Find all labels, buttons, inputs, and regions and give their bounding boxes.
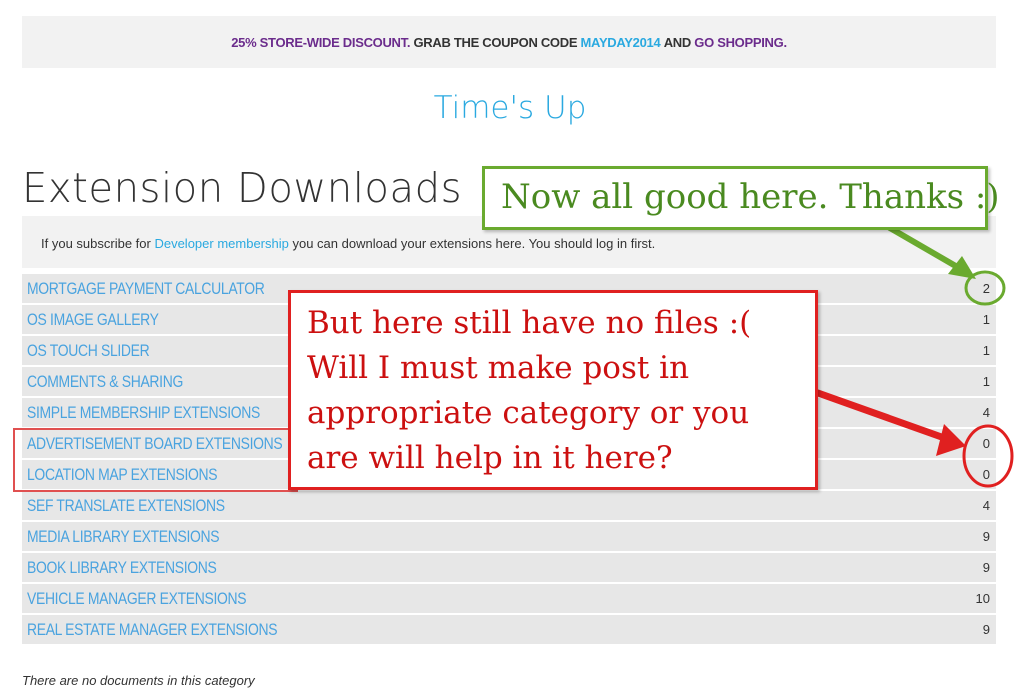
info-text-before: If you subscribe for: [41, 236, 151, 251]
promo-coupon-label: GRAB THE COUPON CODE: [413, 34, 578, 50]
red-annotation-line: appropriate category or you: [307, 395, 750, 431]
extension-link[interactable]: OS TOUCH SLIDER: [27, 341, 150, 361]
go-shopping-link[interactable]: GO SHOPPING.: [694, 35, 787, 50]
extension-link[interactable]: SEF TRANSLATE EXTENSIONS: [27, 496, 225, 516]
info-text-after: you can download your extensions here. Y…: [292, 236, 656, 251]
extension-link[interactable]: COMMENTS & SHARING: [27, 372, 183, 392]
promo-and-text: AND: [663, 34, 692, 50]
red-annotation-line: But here still have no files :(: [307, 305, 752, 341]
promo-coupon-code: MAYDAY2014: [580, 34, 661, 50]
extension-row: SEF TRANSLATE EXTENSIONS 4: [22, 491, 996, 522]
red-annotation-line: are will help in it here?: [307, 440, 673, 476]
extension-count: 9: [982, 560, 990, 575]
extension-count: 1: [982, 374, 990, 389]
promo-banner: 25% STORE-WIDE DISCOUNT. GRAB THE COUPON…: [22, 16, 996, 68]
extension-count: 0: [982, 436, 990, 451]
extension-count: 9: [982, 529, 990, 544]
red-annotation-box: But here still have no files :( Will I m…: [288, 290, 818, 490]
extension-row: REAL ESTATE MANAGER EXTENSIONS 9: [22, 615, 996, 646]
extension-link[interactable]: SIMPLE MEMBERSHIP EXTENSIONS: [27, 403, 260, 423]
extension-count: 2: [982, 281, 990, 296]
promo-discount-text: 25% STORE-WIDE DISCOUNT.: [231, 34, 411, 50]
developer-membership-link[interactable]: Developer membership: [154, 236, 288, 251]
green-annotation-box: Now all good here. Thanks :): [482, 166, 1000, 230]
extension-count: 9: [982, 622, 990, 637]
extension-count: 0: [982, 467, 990, 482]
extension-row: BOOK LIBRARY EXTENSIONS 9: [22, 553, 996, 584]
extension-count: 1: [982, 343, 990, 358]
extension-count: 4: [982, 498, 990, 513]
extension-link[interactable]: REAL ESTATE MANAGER EXTENSIONS: [27, 620, 278, 640]
extension-count: 10: [975, 591, 990, 606]
extension-link[interactable]: BOOK LIBRARY EXTENSIONS: [27, 558, 217, 578]
no-documents-message: There are no documents in this category: [22, 673, 255, 688]
extension-row: VEHICLE MANAGER EXTENSIONS 10: [22, 584, 996, 615]
page-title: Extension Downloads: [22, 164, 462, 212]
red-annotation-line: Will I must make post in: [307, 350, 690, 386]
extension-count: 4: [982, 405, 990, 420]
highlight-rectangle: [13, 428, 298, 492]
extension-link[interactable]: MORTGAGE PAYMENT CALCULATOR: [27, 279, 265, 299]
extension-link[interactable]: MEDIA LIBRARY EXTENSIONS: [27, 527, 220, 547]
extension-row: MEDIA LIBRARY EXTENSIONS 9: [22, 522, 996, 553]
extension-link[interactable]: OS IMAGE GALLERY: [27, 310, 159, 330]
extension-link[interactable]: VEHICLE MANAGER EXTENSIONS: [27, 589, 247, 609]
times-up-heading: Time's Up: [433, 90, 587, 126]
extension-count: 1: [982, 312, 990, 327]
